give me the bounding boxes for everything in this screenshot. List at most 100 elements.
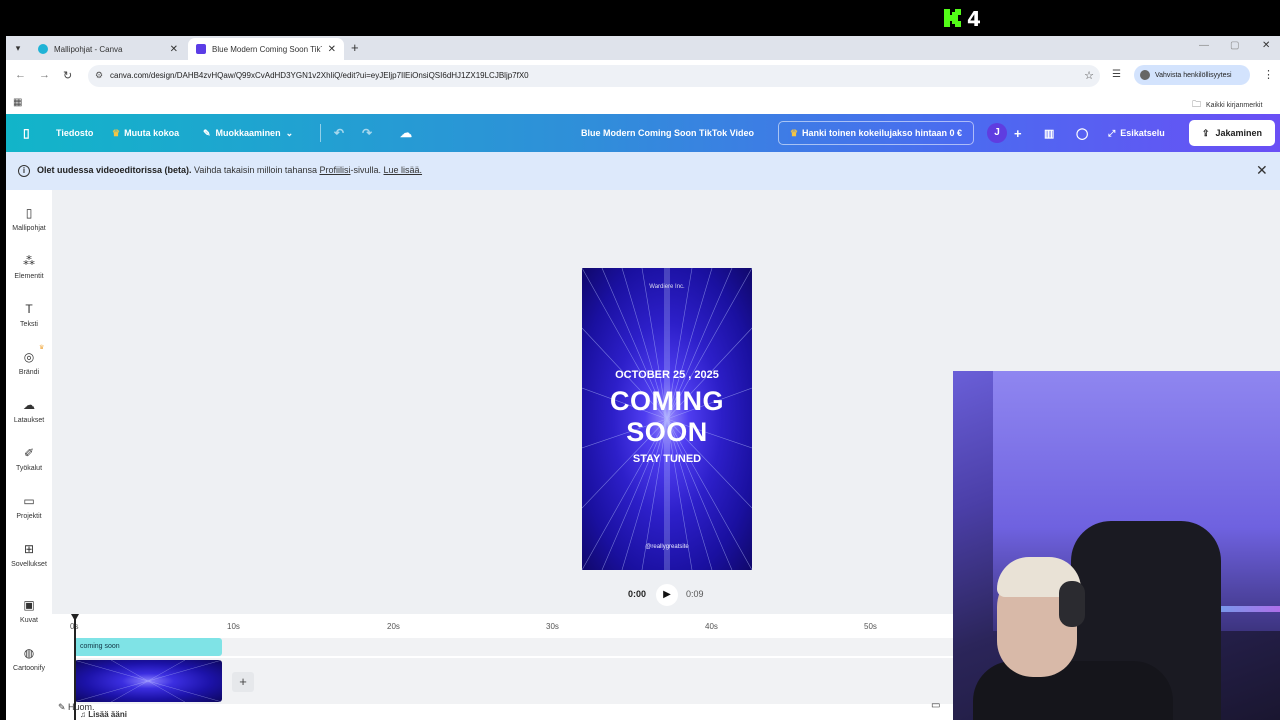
poster-date: OCTOBER 25 , 2025 xyxy=(615,369,719,381)
side-panel-toggle-icon[interactable]: ▯ xyxy=(23,114,30,152)
profile-link[interactable]: Profiilisi xyxy=(319,165,350,175)
sidebar-item-label: Mallipohjat xyxy=(12,225,46,232)
total-time: 0:09 xyxy=(686,589,704,599)
cloud-saved-icon[interactable]: ☁ xyxy=(400,114,412,152)
maximize-icon[interactable]: ▢ xyxy=(1230,40,1239,51)
template-icon: ▯ xyxy=(25,206,33,220)
cartoonify-icon: ◍ xyxy=(23,646,35,660)
sidebar-item-elements[interactable]: ⁂ Elementit xyxy=(6,254,52,280)
canva-toolbar: ▯ Tiedosto ♛ Muuta kokoa ✎ Muokkaaminen … xyxy=(6,114,1280,152)
extensions-icon[interactable]: ☰ xyxy=(1112,69,1121,80)
poster-heading-line1: COMING xyxy=(610,386,724,416)
new-tab-icon[interactable]: + xyxy=(351,40,359,55)
profile-chip-label: Vahvista henkilöllisyytesi xyxy=(1155,71,1232,79)
tab-strip: ▾ Mallipohjat - Canva ✕ Blue Modern Comi… xyxy=(6,36,1280,60)
notes-button[interactable]: ✎ Huom. xyxy=(58,702,95,713)
insights-chart-icon[interactable]: ▥ xyxy=(1044,114,1054,152)
banner-bold: Olet uudessa videoeditorissa (beta). xyxy=(37,165,192,175)
share-button[interactable]: ⇪ Jakaminen xyxy=(1189,120,1275,146)
display-icon[interactable]: ▭ xyxy=(931,700,940,711)
playhead-handle-icon[interactable] xyxy=(70,614,80,622)
kick-logo-icon xyxy=(944,9,961,27)
add-clip-button[interactable]: + xyxy=(232,672,254,692)
video-clip[interactable] xyxy=(74,660,222,702)
design-page[interactable]: Wardiere Inc. OCTOBER 25 , 2025 COMING S… xyxy=(582,268,752,570)
profile-chip[interactable]: Vahvista henkilöllisyytesi xyxy=(1134,65,1250,85)
preview-button[interactable]: ⤢ Esikatselu xyxy=(1108,114,1165,152)
stream-counter: 4 xyxy=(967,7,981,31)
tab-design[interactable]: Blue Modern Coming Soon TikTok ✕ xyxy=(188,38,344,60)
trial-label: Hanki toinen kokeilujakso hintaan 0 € xyxy=(802,128,963,138)
share-upload-icon: ⇪ xyxy=(1201,127,1210,138)
comment-icon[interactable]: ◯ xyxy=(1076,114,1088,152)
redo-icon[interactable]: ↷ xyxy=(362,114,372,152)
url-text: canva.com/design/DAHB4zvHQaw/Q99xCvAdHD3… xyxy=(110,71,529,80)
pencil-icon: ✎ xyxy=(203,127,211,138)
read-more-link[interactable]: Lue lisää. xyxy=(384,165,423,175)
banner-message: Olet uudessa videoeditorissa (beta). Vai… xyxy=(37,165,422,175)
close-tab-icon[interactable]: ✕ xyxy=(328,44,336,55)
browser-menu-icon[interactable]: ⋮ xyxy=(1263,68,1274,81)
close-window-icon[interactable]: ✕ xyxy=(1262,40,1270,51)
tick-label: 10s xyxy=(227,622,240,631)
current-time: 0:00 xyxy=(628,589,647,599)
file-menu[interactable]: Tiedosto xyxy=(56,114,93,152)
tick-label: 20s xyxy=(387,622,400,631)
sidebar-item-uploads[interactable]: ☁ Lataukset xyxy=(6,398,52,424)
crown-icon: ♛ xyxy=(112,127,121,138)
apps-icon: ⊞ xyxy=(23,542,35,556)
sidebar-item-brand[interactable]: ♛ ◎ Brändi xyxy=(6,345,52,376)
sidebar-item-tools[interactable]: ✐ Työkalut xyxy=(6,446,52,472)
apps-grid-icon[interactable]: ▦ xyxy=(13,97,22,108)
expand-icon: ⤢ xyxy=(1108,127,1116,138)
site-info-icon[interactable]: ⚙ xyxy=(95,70,103,81)
sidebar-item-cartoonify[interactable]: ◍ Cartoonify xyxy=(6,646,52,672)
close-banner-icon[interactable]: ✕ xyxy=(1256,162,1268,179)
resize-label: Muuta kokoa xyxy=(124,128,180,138)
text-clip[interactable]: coming soon xyxy=(74,638,222,656)
notes-label: Huom. xyxy=(68,702,95,712)
reload-icon[interactable]: ↻ xyxy=(63,69,72,82)
close-tab-icon[interactable]: ✕ xyxy=(170,44,178,55)
play-icon[interactable]: ▶ xyxy=(656,584,678,606)
resize-button[interactable]: ♛ Muuta kokoa xyxy=(112,114,179,152)
chevron-down-icon: ⌄ xyxy=(285,127,294,138)
canva-favicon-icon xyxy=(38,44,48,54)
sidebar-item-label: Cartoonify xyxy=(13,665,45,672)
add-collaborator-icon[interactable]: + xyxy=(1014,114,1022,152)
trial-button[interactable]: ♛ Hanki toinen kokeilujakso hintaan 0 € xyxy=(778,121,974,145)
sidebar-item-label: Lataukset xyxy=(13,417,45,424)
crown-icon: ♛ xyxy=(789,127,799,138)
streamer-body xyxy=(973,661,1173,720)
editing-mode-button[interactable]: ✎ Muokkaaminen ⌄ xyxy=(203,114,293,152)
tab-search-chevron-icon[interactable]: ▾ xyxy=(11,41,25,55)
bookmark-star-icon[interactable]: ☆ xyxy=(1084,69,1094,82)
webcam-overlay xyxy=(953,371,1280,720)
video-favicon-icon xyxy=(196,44,206,54)
sidebar-item-label: Sovellukset xyxy=(11,561,47,568)
url-bar[interactable]: ⚙ canva.com/design/DAHB4zvHQaw/Q99xCvAdH… xyxy=(88,65,1100,87)
text-icon: T xyxy=(25,302,33,316)
preview-label: Esikatselu xyxy=(1120,128,1165,138)
undo-icon[interactable]: ↶ xyxy=(334,114,344,152)
bookmarks-bar: ▦ 🗀 Kaikki kirjanmerkit xyxy=(6,92,1280,114)
back-arrow-icon[interactable]: ← xyxy=(15,69,26,81)
user-avatar[interactable]: J xyxy=(987,123,1007,143)
sidebar-item-projects[interactable]: ▭ Projektit xyxy=(6,494,52,520)
sidebar-item-text[interactable]: T Teksti xyxy=(6,302,52,328)
design-title[interactable]: Blue Modern Coming Soon TikTok Video xyxy=(581,114,754,152)
brand-icon: ◎ xyxy=(23,350,35,364)
info-icon: i xyxy=(18,165,30,177)
forward-arrow-icon[interactable]: → xyxy=(39,69,50,81)
tick-label: 40s xyxy=(705,622,718,631)
address-row: ← → ↻ ⚙ canva.com/design/DAHB4zvHQaw/Q99… xyxy=(6,60,1280,92)
sidebar-item-templates[interactable]: ▯ Mallipohjat xyxy=(6,206,52,232)
tab-mallipohjat[interactable]: Mallipohjat - Canva ✕ xyxy=(30,38,186,60)
sidebar-item-apps[interactable]: ⊞ Sovellukset xyxy=(6,542,52,568)
profile-avatar xyxy=(1140,70,1150,80)
all-bookmarks[interactable]: 🗀 Kaikki kirjanmerkit xyxy=(1192,97,1262,113)
left-sidebar: ▯ Mallipohjat ⁂ Elementit T Teksti ♛ ◎ B… xyxy=(6,190,52,720)
all-bookmarks-label: Kaikki kirjanmerkit xyxy=(1206,101,1263,109)
crown-icon: ♛ xyxy=(39,345,45,351)
minimize-icon[interactable]: — xyxy=(1199,40,1209,51)
